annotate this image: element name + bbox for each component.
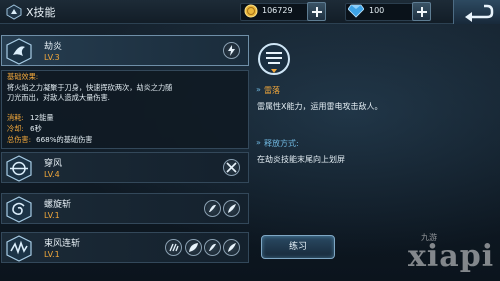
gem-amount: 100 <box>369 6 385 15</box>
release-label: 释放方式: <box>264 139 299 148</box>
gold-amount: 106729 <box>262 6 293 15</box>
spiral-slash-icon <box>6 196 32 223</box>
skill-name: 束风连斩 <box>44 239 81 249</box>
feather-icon <box>223 239 240 256</box>
diamond-icon <box>348 4 364 18</box>
cooldown-label: 冷却: <box>7 124 24 133</box>
damage-label: 总伤害: <box>7 135 31 144</box>
back-arrow-icon <box>465 4 494 22</box>
feather-icon <box>223 200 240 217</box>
skill-level: LV.3 <box>44 53 60 62</box>
element-description: 雷属性X能力，运用雷电攻击敌人。 <box>257 102 383 111</box>
effect-line-1: 将火焰之力凝聚于刀身，快速挥砍两次，劫炎之力随 <box>7 83 173 92</box>
claw-icon <box>165 239 182 256</box>
skill-level: LV.1 <box>44 211 60 220</box>
cooldown-value: 6秒 <box>30 124 42 133</box>
skill-row-jieyan[interactable]: 劫炎 LV.3 <box>1 35 249 66</box>
skill-row-luoxuanzhan[interactable]: 螺旋斩 LV.1 <box>1 193 249 224</box>
skill-row-chuanfeng[interactable]: 穿风 LV.4 <box>1 152 249 183</box>
damage-value: 668%的基础伤害 <box>36 135 93 144</box>
release-description: 在劫炎技能末尾向上划屏 <box>257 155 345 164</box>
effect-label: 基础效果: <box>7 72 39 81</box>
effect-line-2: 刀光而出，对敌人造成大量伤害. <box>7 93 110 102</box>
skill-level: LV.4 <box>44 170 60 179</box>
skill-name: 劫炎 <box>44 42 63 52</box>
add-gem-button[interactable] <box>412 2 431 21</box>
leaf-icon <box>185 239 202 256</box>
double-chevron-icon: » <box>256 138 261 147</box>
skill-level: LV.1 <box>44 250 60 259</box>
page-title: X技能 <box>26 6 56 19</box>
thunder-fall-icon <box>258 43 290 75</box>
cross-blade-icon <box>223 159 240 176</box>
lightning-element-icon <box>223 42 240 59</box>
cost-label: 消耗: <box>7 113 24 122</box>
element-name: 雷落 <box>264 86 280 95</box>
swirl-icon <box>204 239 221 256</box>
swirl-icon <box>204 200 221 217</box>
skill-name: 螺旋斩 <box>44 200 72 210</box>
practice-button[interactable]: 练习 <box>261 235 335 259</box>
skill-tab-icon <box>6 4 22 20</box>
skill-name: 穿风 <box>44 159 63 169</box>
wind-chain-slash-icon <box>6 235 32 262</box>
double-chevron-icon: » <box>256 85 261 94</box>
skill-row-shufeng[interactable]: 束风连斩 LV.1 <box>1 232 249 263</box>
wind-pierce-icon <box>6 155 32 182</box>
watermark: xiapi <box>408 239 495 274</box>
add-gold-button[interactable] <box>307 2 326 21</box>
fire-slash-icon <box>6 38 32 65</box>
back-button[interactable] <box>453 0 500 24</box>
cost-value: 12能量 <box>30 113 54 122</box>
coin-icon <box>244 4 258 18</box>
